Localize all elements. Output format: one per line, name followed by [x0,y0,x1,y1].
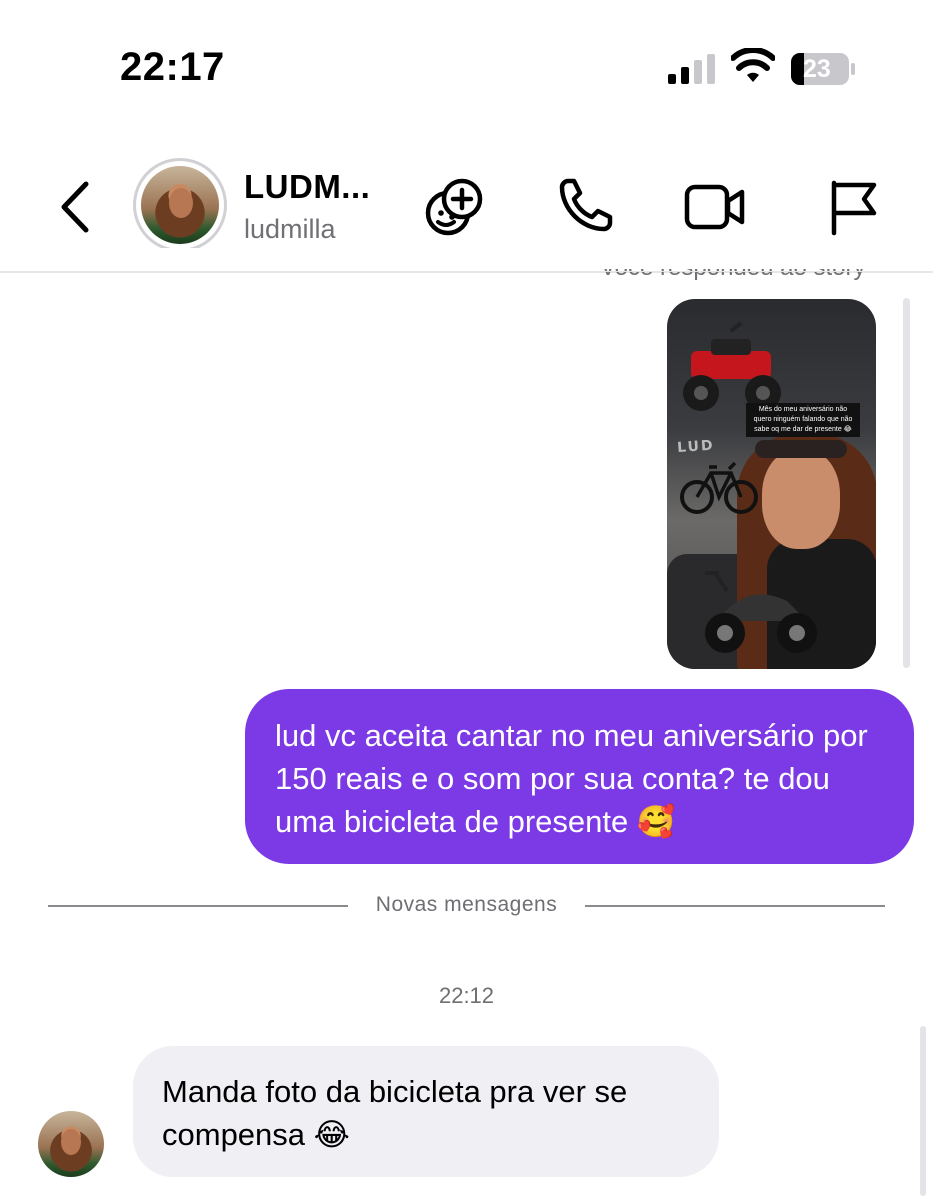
story-person-headband [755,440,847,458]
scooter-sticker [705,571,817,653]
incoming-message-bubble[interactable]: Manda foto da bicicleta pra ver se compe… [133,1046,719,1177]
profile-avatar[interactable] [133,158,227,252]
header-border [0,271,933,272]
contact-username[interactable]: ludmilla [244,214,336,245]
new-messages-divider: Novas mensagens [375,893,558,916]
outgoing-message-bubble[interactable]: lud vc aceita cantar no meu aniversário … [245,689,914,864]
wifi-icon [731,48,775,82]
divider-line-right [585,905,885,907]
bicycle-sticker [680,461,758,514]
video-call-icon[interactable] [682,175,746,239]
message-timestamp: 22:12 [438,983,495,1008]
divider-line-left [48,905,348,907]
back-chevron-icon[interactable] [58,180,94,234]
scrollbar-lower[interactable] [920,1026,926,1196]
scrollbar[interactable] [903,298,910,668]
header-overlap [0,248,933,269]
effects-icon[interactable] [422,175,486,239]
avatar-photo [141,166,219,244]
sender-avatar[interactable] [38,1111,104,1177]
flag-icon[interactable] [822,175,886,239]
battery-icon: 23 [790,52,856,86]
cellular-signal-icon [668,54,715,84]
battery-level: 23 [803,55,831,83]
contact-display-name[interactable]: LUDM... [244,168,370,206]
sender-avatar-photo [38,1111,104,1177]
status-time: 22:17 [120,45,225,89]
story-person-face [762,449,840,549]
story-text-overlay: Mês do meu aniversário não quero ninguém… [746,403,860,437]
phone-call-icon[interactable] [552,175,616,239]
story-thumbnail[interactable]: LUD Mês do meu aniversário não quero nin… [667,299,876,669]
